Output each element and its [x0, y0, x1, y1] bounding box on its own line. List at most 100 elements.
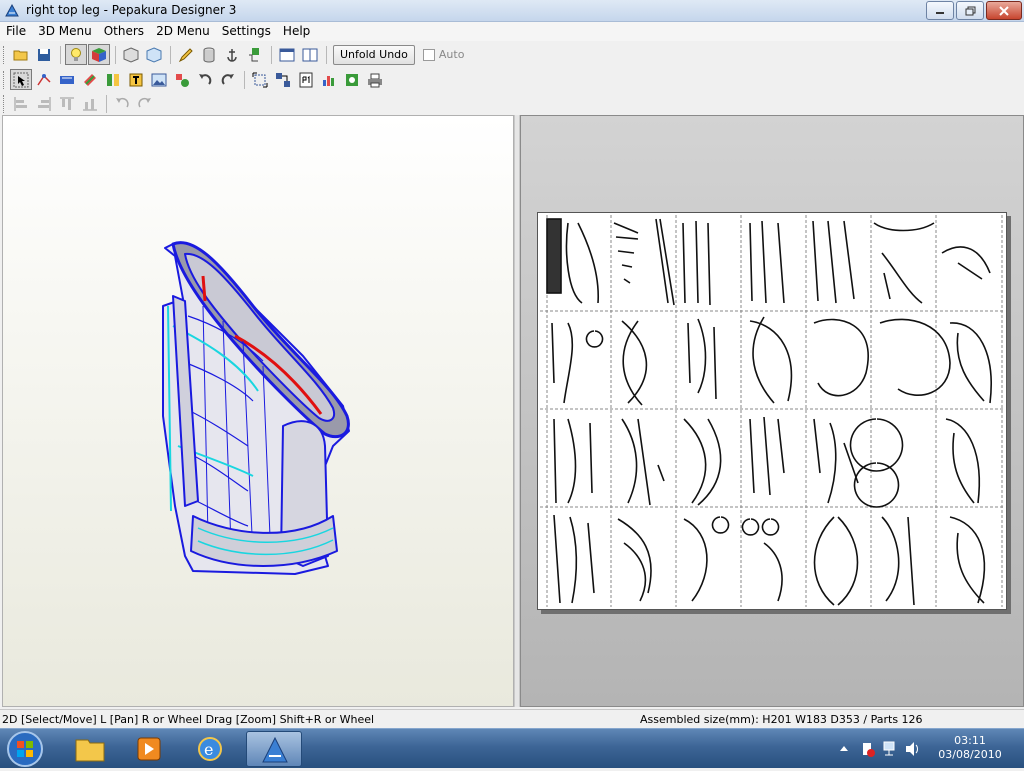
- rotate-cw-90-button[interactable]: [134, 93, 156, 114]
- taskbar-explorer[interactable]: [62, 731, 118, 767]
- edit-pencil-button[interactable]: [175, 44, 197, 65]
- save-icon: [38, 48, 50, 61]
- cylinder-button[interactable]: [198, 44, 220, 65]
- menu-help[interactable]: Help: [277, 22, 316, 41]
- rotate-left-button[interactable]: [194, 69, 216, 90]
- menu-others[interactable]: Others: [98, 22, 150, 41]
- align-bottom-button[interactable]: [79, 93, 101, 114]
- rotate-cw-90-icon: [138, 97, 151, 107]
- 3d-leg-model: [162, 241, 350, 575]
- texture-toggle-button[interactable]: [88, 44, 110, 65]
- open-button[interactable]: [10, 44, 32, 65]
- rotate-ccw-90-button[interactable]: [111, 93, 133, 114]
- align-top-button[interactable]: [56, 93, 78, 114]
- anchor-button[interactable]: [221, 44, 243, 65]
- align-right-icon: [38, 96, 51, 111]
- clock[interactable]: 03:11 03/08/2010: [930, 734, 1010, 762]
- bar-chart-icon: [323, 75, 334, 86]
- auto-checkbox-label: Auto: [438, 48, 465, 61]
- unfold-undo-button[interactable]: Unfold Undo: [333, 44, 415, 65]
- shapes-icon: [176, 73, 189, 87]
- system-tray: 03:11 03/08/2010: [830, 729, 1024, 769]
- pepakura-taskbar-icon: [262, 736, 288, 763]
- 2d-view-pane[interactable]: [520, 115, 1024, 707]
- menu-2d[interactable]: 2D Menu: [150, 22, 216, 41]
- network-icon[interactable]: [882, 729, 898, 769]
- edge-tool-button[interactable]: [33, 69, 55, 90]
- light-toggle-button[interactable]: [65, 44, 87, 65]
- align-bottom-icon: [83, 98, 97, 110]
- text-tool-icon: [129, 73, 143, 86]
- select-move-button[interactable]: [10, 69, 32, 90]
- taskbar-internet-explorer[interactable]: e: [182, 731, 238, 767]
- show-hidden-icons-arrow[interactable]: [838, 729, 850, 769]
- minimize-button[interactable]: [926, 1, 954, 20]
- parts-list-button[interactable]: [318, 69, 340, 90]
- view-cube-button[interactable]: [120, 44, 142, 65]
- menu-settings[interactable]: Settings: [216, 22, 277, 41]
- taskbar-media-player[interactable]: [120, 731, 176, 767]
- title-bar: right top leg - Pepakura Designer 3: [0, 0, 1024, 22]
- close-icon: [999, 5, 1009, 16]
- view-flat-cube-button[interactable]: [143, 44, 165, 65]
- status-assembled-size: Assembled size(mm): H201 W183 D353 / Par…: [640, 713, 923, 726]
- close-button[interactable]: [986, 1, 1022, 20]
- media-player-icon: [137, 737, 161, 761]
- layout-single-button[interactable]: [276, 44, 298, 65]
- print-button[interactable]: [364, 69, 386, 90]
- menu-file[interactable]: File: [0, 22, 32, 41]
- align-right-button[interactable]: [33, 93, 55, 114]
- svg-text:e: e: [204, 740, 213, 759]
- save-button[interactable]: [33, 44, 55, 65]
- lightbulb-icon: [71, 47, 81, 61]
- restore-button[interactable]: [956, 1, 984, 20]
- auto-checkbox[interactable]: Auto: [422, 48, 465, 61]
- paint-tool-button[interactable]: [79, 69, 101, 90]
- export-image-button[interactable]: [341, 69, 363, 90]
- page-setup-button[interactable]: [295, 69, 317, 90]
- crease-tool-button[interactable]: [102, 69, 124, 90]
- printer-icon: [368, 73, 382, 87]
- flap-tool-button[interactable]: [56, 69, 78, 90]
- status-hint: 2D [Select/Move] L [Pan] R or Wheel Drag…: [2, 713, 375, 726]
- image-tool-button[interactable]: [148, 69, 170, 90]
- window-title: right top leg - Pepakura Designer 3: [26, 3, 237, 17]
- rotate-right-button[interactable]: [217, 69, 239, 90]
- volume-icon[interactable]: [904, 729, 920, 769]
- export-icon: [346, 73, 358, 86]
- menu-3d[interactable]: 3D Menu: [32, 22, 98, 41]
- align-left-button[interactable]: [10, 93, 32, 114]
- fit-view-button[interactable]: [249, 69, 271, 90]
- status-bar: 2D [Select/Move] L [Pan] R or Wheel Drag…: [0, 709, 1024, 728]
- window-icon: [279, 48, 295, 61]
- folder-open-icon: [13, 50, 28, 60]
- align-top-icon: [60, 97, 74, 110]
- arrange-icon: [276, 72, 290, 87]
- shapes-tool-button[interactable]: [171, 69, 193, 90]
- pencil-icon: [178, 47, 193, 62]
- action-center-icon[interactable]: [860, 729, 876, 769]
- menu-bar: File 3D Menu Others 2D Menu Settings Hel…: [0, 22, 1024, 41]
- cube-blue-icon: [146, 46, 162, 63]
- clock-time: 03:11: [954, 734, 986, 747]
- select-arrow-icon: [13, 72, 29, 87]
- toolbar-align: [0, 91, 157, 116]
- layout-split-button[interactable]: [299, 44, 321, 65]
- taskbar-pepakura[interactable]: [246, 731, 302, 767]
- 3d-view-pane[interactable]: [2, 115, 514, 707]
- checkbox-box[interactable]: [422, 48, 435, 61]
- align-left-icon: [14, 96, 27, 111]
- join-parts-button[interactable]: [244, 44, 266, 65]
- text-tool-button[interactable]: [125, 69, 147, 90]
- restore-icon: [965, 6, 975, 15]
- arrange-parts-button[interactable]: [272, 69, 294, 90]
- join-icon: [249, 47, 259, 61]
- image-icon: [151, 73, 167, 86]
- fit-icon: [252, 72, 268, 87]
- rotate-ccw-90-icon: [116, 97, 129, 107]
- start-button[interactable]: [2, 730, 48, 768]
- minimize-icon: [936, 11, 944, 14]
- paper-sheet: [537, 212, 1007, 610]
- flap-icon: [60, 75, 74, 84]
- clock-date: 03/08/2010: [938, 748, 1002, 761]
